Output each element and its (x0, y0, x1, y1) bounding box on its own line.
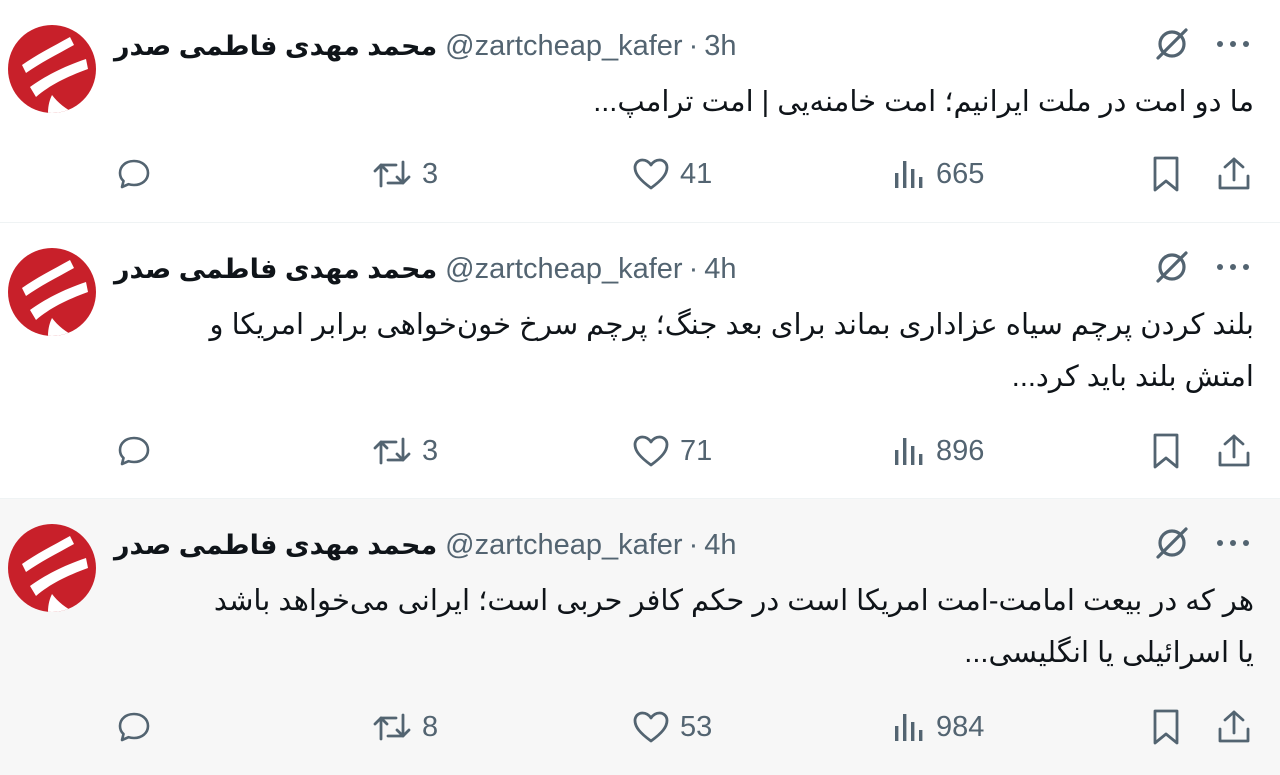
reply-icon (118, 712, 150, 742)
reply-icon (118, 436, 150, 466)
tweet-text: ما دو امت در ملت ایرانیم؛ امت خامنه‌یی |… (124, 76, 1254, 128)
grok-icon[interactable] (1152, 24, 1192, 64)
tweet-meta: @zartcheap_kafer · 3h (445, 30, 736, 63)
views-icon (895, 438, 923, 465)
tweet-header: محمد مهدی فاطمی صدر @zartcheap_kafer · 3h (114, 26, 737, 66)
bookmark-button[interactable] (1150, 152, 1182, 196)
avatar[interactable] (8, 524, 96, 612)
views-icon (895, 161, 923, 188)
retweet-count: 3 (422, 434, 439, 467)
share-icon (1218, 157, 1250, 190)
reply-button[interactable] (116, 705, 152, 749)
heart-icon (633, 158, 669, 190)
display-name[interactable]: محمد مهدی فاطمی صدر (114, 254, 437, 285)
retweet-icon (373, 437, 411, 465)
tweet-top-actions (1152, 247, 1250, 287)
more-options-icon[interactable] (1216, 262, 1250, 272)
views-button[interactable]: 984 (892, 705, 984, 749)
share-button[interactable] (1216, 152, 1252, 196)
reply-icon (118, 159, 150, 189)
tweet-top-actions (1152, 24, 1250, 64)
bookmark-button[interactable] (1150, 705, 1182, 749)
more-options-icon[interactable] (1216, 39, 1250, 49)
retweet-icon (373, 713, 411, 741)
tweet-text-line: بلند کردن پرچم سیاه عزاداری بماند برای ب… (209, 309, 1254, 341)
display-name[interactable]: محمد مهدی فاطمی صدر (114, 530, 437, 561)
like-count: 53 (680, 710, 713, 743)
share-button[interactable] (1216, 705, 1252, 749)
views-button[interactable]: 896 (892, 429, 984, 473)
views-count: 984 (936, 710, 985, 743)
handle[interactable]: @zartcheap_kafer (445, 253, 682, 285)
bookmark-button[interactable] (1150, 429, 1182, 473)
like-button[interactable]: 71 (632, 429, 712, 473)
tweet-meta: @zartcheap_kafer · 4h (445, 253, 736, 286)
heart-icon (633, 435, 669, 467)
handle[interactable]: @zartcheap_kafer (445, 529, 682, 561)
retweet-button[interactable]: 3 (372, 152, 438, 196)
retweet-button[interactable]: 8 (372, 705, 438, 749)
tweet-actions: 8 53 984 (0, 705, 1280, 749)
tweet-text-line: هر که در بیعت امامت-امت امریکا است در حک… (213, 585, 1254, 617)
share-icon (1218, 434, 1250, 467)
separator: · (688, 252, 699, 285)
grok-icon[interactable] (1152, 247, 1192, 287)
views-icon (895, 714, 923, 741)
display-name[interactable]: محمد مهدی فاطمی صدر (114, 31, 437, 62)
bookmark-icon (1153, 156, 1179, 192)
grok-icon[interactable] (1152, 523, 1192, 563)
like-count: 71 (680, 434, 713, 467)
bookmark-icon (1153, 709, 1179, 745)
avatar[interactable] (8, 25, 96, 113)
tweet-actions: 3 41 665 (0, 152, 1280, 196)
retweet-count: 8 (422, 710, 439, 743)
tweet-actions: 3 71 896 (0, 429, 1280, 473)
tweet-text-line: ما دو امت در ملت ایرانیم؛ امت خامنه‌یی |… (593, 86, 1254, 118)
tweet-top-actions (1152, 523, 1250, 563)
tweet-header: محمد مهدی فاطمی صدر @zartcheap_kafer · 4h (114, 525, 737, 565)
tweet-text-line: امتش بلند باید کرد... (1011, 361, 1254, 393)
reply-button[interactable] (116, 429, 152, 473)
separator: · (688, 29, 699, 62)
avatar[interactable] (8, 248, 96, 336)
retweet-icon (373, 160, 411, 188)
timestamp[interactable]: 4h (704, 253, 736, 285)
tweet-meta: @zartcheap_kafer · 4h (445, 529, 736, 562)
tweet[interactable]: محمد مهدی فاطمی صدر @zartcheap_kafer · 4h … (0, 223, 1280, 499)
handle[interactable]: @zartcheap_kafer (445, 30, 682, 62)
share-button[interactable] (1216, 429, 1252, 473)
timestamp[interactable]: 3h (704, 30, 736, 62)
tweet[interactable]: محمد مهدی فاطمی صدر @zartcheap_kafer · 3h … (0, 0, 1280, 223)
tweet-text: بلند کردن پرچم سیاه عزاداری بماند برای ب… (124, 299, 1254, 403)
timestamp[interactable]: 4h (704, 529, 736, 561)
separator: · (688, 528, 699, 561)
share-icon (1218, 710, 1250, 743)
views-button[interactable]: 665 (892, 152, 984, 196)
tweet-header: محمد مهدی فاطمی صدر @zartcheap_kafer · 4h (114, 249, 737, 289)
timeline-feed: محمد مهدی فاطمی صدر @zartcheap_kafer · 3h … (0, 0, 1280, 775)
retweet-count: 3 (422, 157, 439, 190)
retweet-button[interactable]: 3 (372, 429, 438, 473)
like-count: 41 (680, 157, 713, 190)
views-count: 665 (936, 157, 985, 190)
more-options-icon[interactable] (1216, 538, 1250, 548)
bookmark-icon (1153, 433, 1179, 469)
like-button[interactable]: 41 (632, 152, 712, 196)
tweet-text-line: یا اسرائیلی یا انگلیسی... (964, 637, 1254, 669)
reply-button[interactable] (116, 152, 152, 196)
heart-icon (633, 711, 669, 743)
like-button[interactable]: 53 (632, 705, 712, 749)
tweet[interactable]: محمد مهدی فاطمی صدر @zartcheap_kafer · 4h … (0, 499, 1280, 775)
tweet-text: هر که در بیعت امامت-امت امریکا است در حک… (124, 575, 1254, 679)
views-count: 896 (936, 434, 985, 467)
